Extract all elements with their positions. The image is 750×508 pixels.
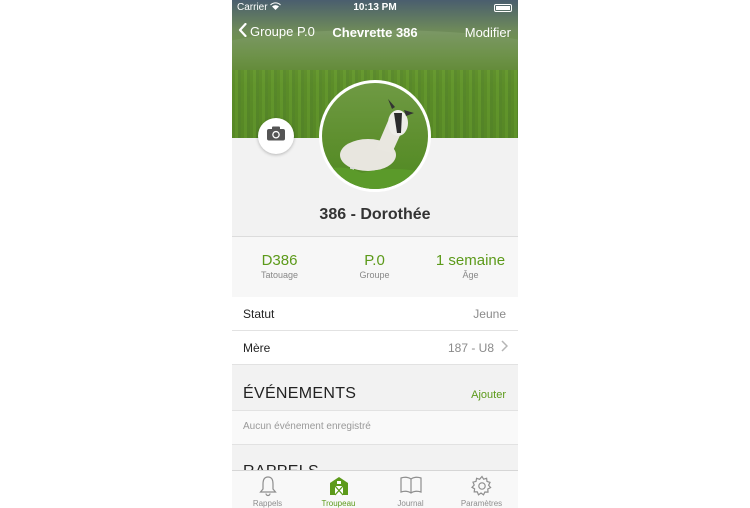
row-value: Jeune [473, 307, 506, 321]
status-bar: Carrier 10:13 PM [232, 0, 518, 16]
back-label: Groupe P.0 [250, 23, 315, 39]
tab-label: Journal [397, 499, 424, 508]
goat-photo [322, 99, 428, 189]
stat-value: D386 [261, 252, 298, 269]
tab-reminders[interactable]: Rappels [232, 471, 303, 508]
bell-icon [232, 475, 303, 497]
chevron-right-icon [501, 340, 509, 355]
tab-herd[interactable]: Troupeau [303, 471, 374, 508]
events-empty-state: Aucun événement enregistré [232, 410, 518, 445]
stat-age: 1 semaine Âge [423, 252, 518, 280]
stat-value: 1 semaine [435, 252, 506, 269]
row-key: Statut [243, 307, 275, 321]
tab-label: Rappels [252, 499, 283, 508]
camera-button[interactable] [258, 118, 294, 154]
chevron-left-icon [238, 22, 247, 39]
row-key: Mère [243, 341, 271, 355]
tab-label: Troupeau [321, 499, 356, 508]
events-heading: ÉVÉNEMENTS [243, 385, 357, 402]
row-value: 187 - U8 [447, 341, 494, 355]
status-row: Statut Jeune [232, 297, 518, 331]
edit-button[interactable]: Modifier [465, 25, 511, 40]
battery-icon [494, 4, 512, 12]
tab-settings[interactable]: Paramètres [446, 471, 517, 508]
navigation-bar: Groupe P.0 Chevrette 386 Modifier [232, 20, 518, 44]
stat-tattoo: D386 Tatouage [232, 252, 327, 280]
tab-label: Paramètres [460, 499, 503, 508]
stat-label: Âge [462, 270, 479, 280]
stat-label: Tatouage [260, 270, 299, 280]
profile-name: 386 - Dorothée [319, 206, 431, 223]
stat-label: Groupe [359, 270, 390, 280]
stat-value: P.0 [364, 252, 385, 269]
camera-icon [266, 126, 286, 146]
stat-group: P.0 Groupe [327, 252, 422, 280]
mother-row[interactable]: Mère 187 - U8 [232, 331, 518, 365]
avatar[interactable] [319, 80, 431, 192]
empty-message: Aucun événement enregistré [243, 421, 371, 432]
app-screen: Carrier 10:13 PM Groupe P.0 Chevrette 38… [232, 0, 518, 508]
book-icon [375, 475, 446, 497]
clock: 10:13 PM [353, 2, 397, 13]
gear-icon [446, 475, 517, 497]
tab-bar: Rappels Troupeau Journal Paramètres [232, 470, 518, 508]
barn-icon [303, 475, 374, 497]
stats-panel: D386 Tatouage P.0 Groupe 1 semaine Âge [232, 236, 518, 299]
tab-journal[interactable]: Journal [375, 471, 446, 508]
add-event-button[interactable]: Ajouter [471, 389, 506, 401]
back-button[interactable]: Groupe P.0 [238, 22, 315, 39]
